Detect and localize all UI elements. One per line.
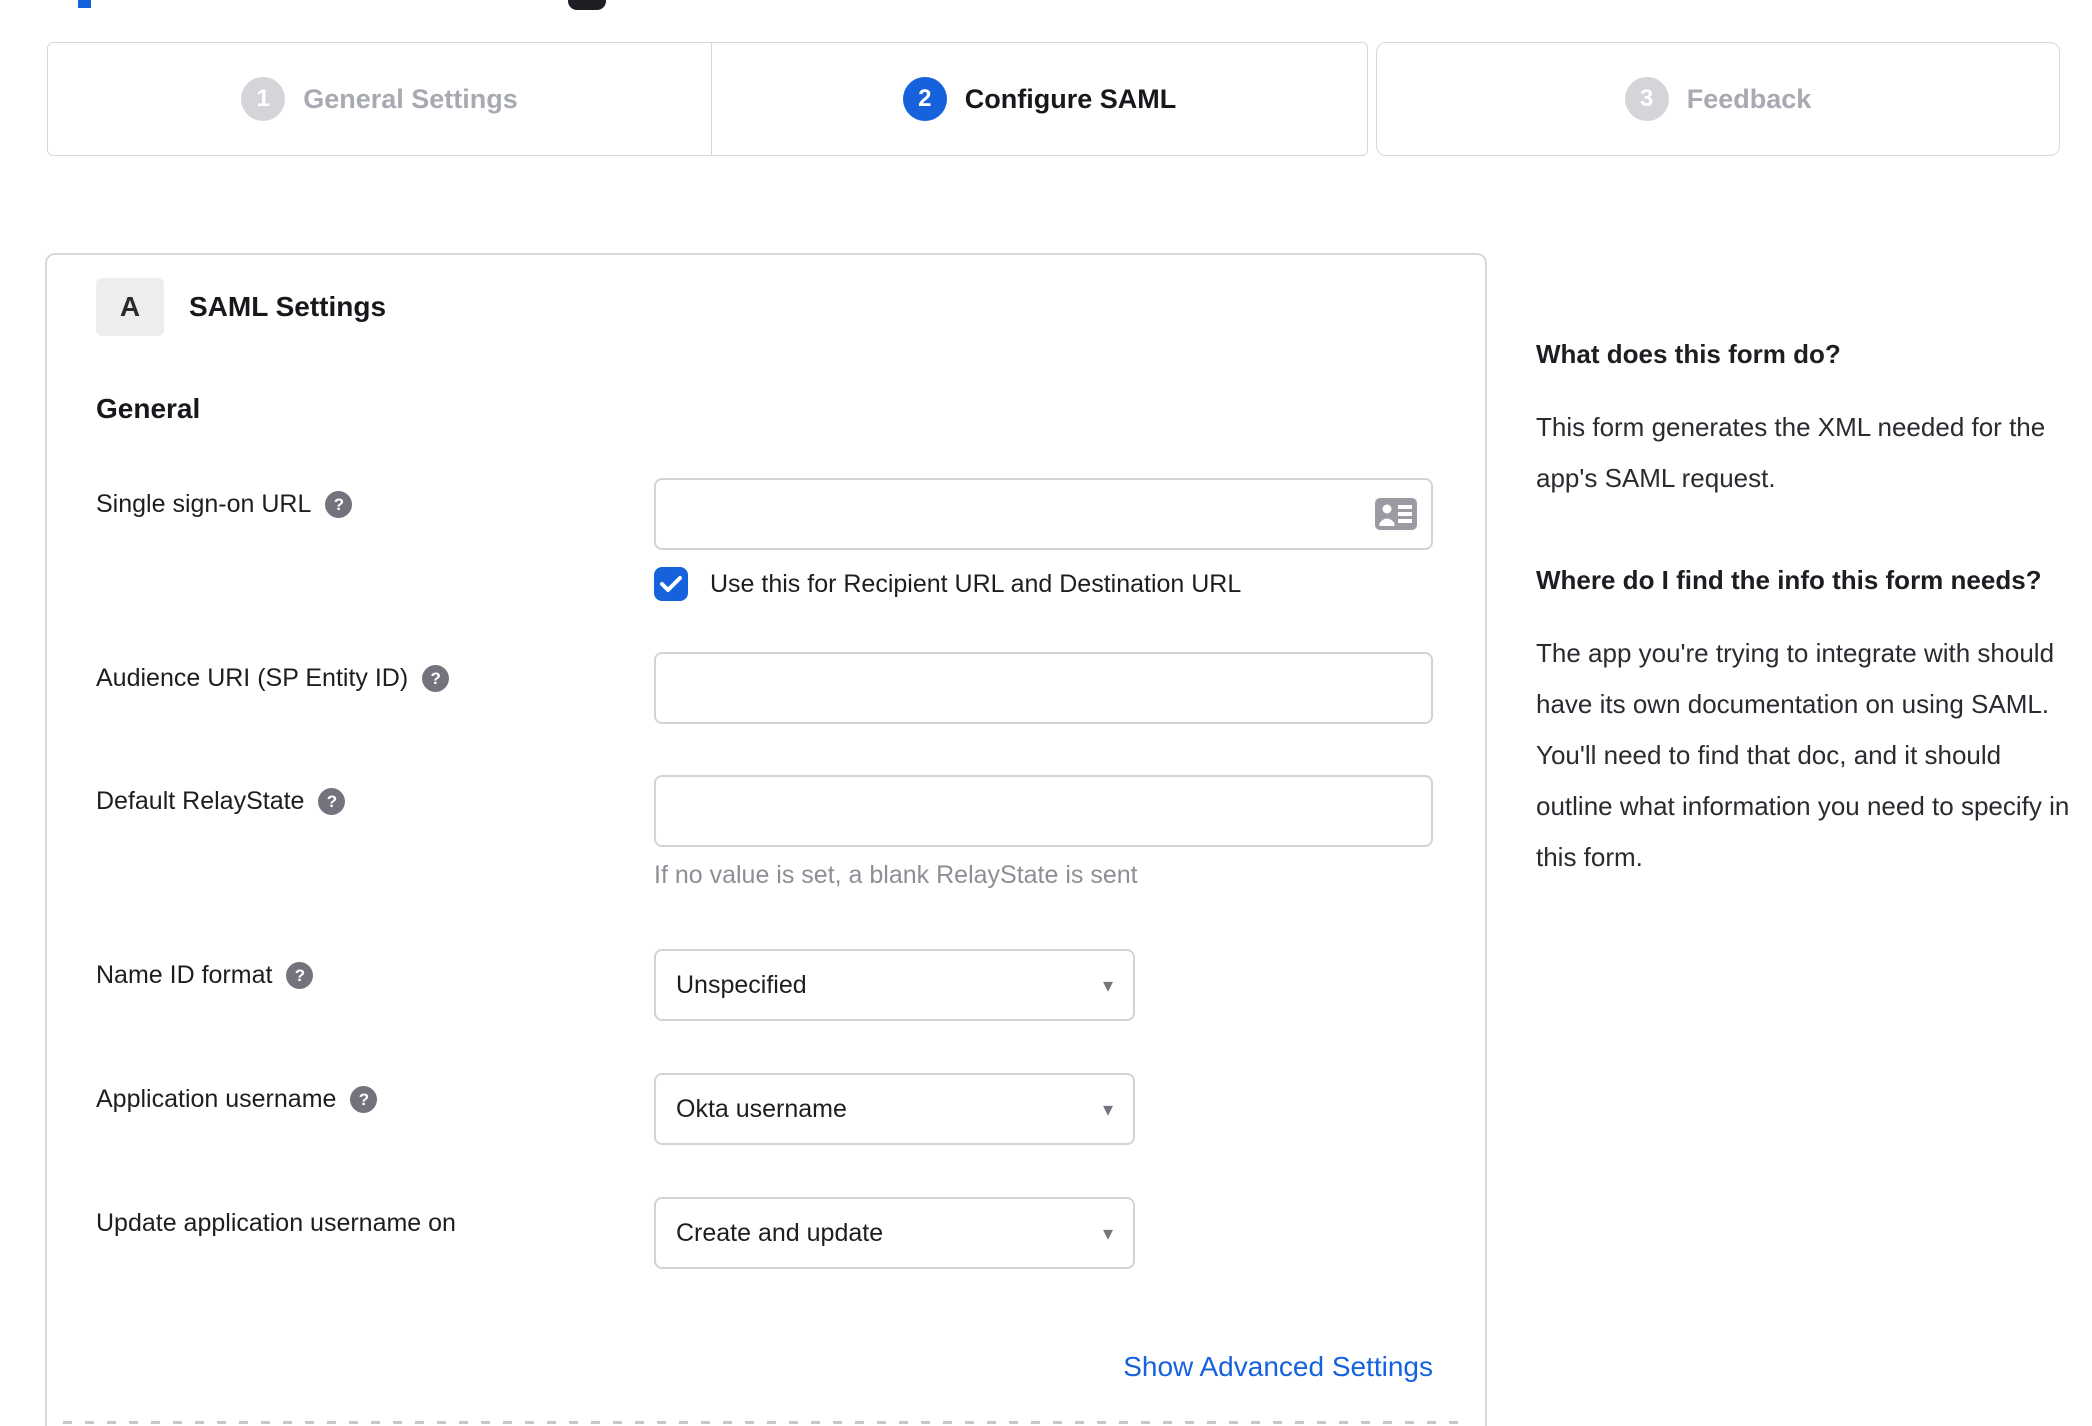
application-username-select[interactable]: Okta username ▾ bbox=[654, 1073, 1135, 1145]
step-3-number-badge: 3 bbox=[1624, 77, 1669, 121]
advanced-settings-row: Show Advanced Settings bbox=[96, 1351, 1433, 1383]
relaystate-helper-text: If no value is set, a blank RelayState i… bbox=[654, 861, 1138, 889]
audience-uri-label: Audience URI (SP Entity ID) bbox=[96, 664, 409, 692]
help-icon[interactable]: ? bbox=[325, 491, 353, 518]
sidebar-body-where: The app you're trying to integrate with … bbox=[1536, 638, 2070, 872]
cutoff-blue-fragment bbox=[78, 0, 91, 8]
sidebar-heading-what: What does this form do? bbox=[1536, 339, 1841, 369]
chevron-down-icon: ▾ bbox=[1102, 1098, 1113, 1121]
configure-saml-page: 1 General Settings 2 Configure SAML 3 Fe… bbox=[0, 0, 2092, 1426]
help-icon[interactable]: ? bbox=[286, 962, 314, 989]
single-sign-on-url-label: Single sign-on URL bbox=[96, 490, 312, 518]
section-title: SAML Settings bbox=[189, 291, 387, 322]
field-row-name-id-format: Name ID format ? Unspecified ▾ bbox=[96, 949, 1485, 1021]
sidebar-body-what: This form generates the XML needed for t… bbox=[1536, 412, 2046, 493]
update-username-on-select[interactable]: Create and update ▾ bbox=[654, 1197, 1135, 1269]
stepper-group: 1 General Settings 2 Configure SAML bbox=[47, 42, 1368, 156]
checkmark-icon bbox=[660, 576, 682, 592]
cutoff-dark-fragment bbox=[568, 0, 606, 10]
name-id-format-select[interactable]: Unspecified ▾ bbox=[654, 949, 1135, 1021]
step-1-number-badge: 1 bbox=[241, 77, 286, 121]
field-row-update-username-on: Update application username on Create an… bbox=[96, 1197, 1485, 1269]
application-username-label: Application username bbox=[96, 1085, 337, 1113]
group-title-general: General bbox=[96, 393, 201, 424]
field-row-audience-uri: Audience URI (SP Entity ID) ? bbox=[96, 652, 1485, 724]
help-icon[interactable]: ? bbox=[350, 1086, 378, 1113]
single-sign-on-url-input[interactable] bbox=[654, 478, 1433, 550]
update-username-on-value: Create and update bbox=[676, 1218, 884, 1247]
chevron-down-icon: ▾ bbox=[1102, 974, 1113, 997]
step-general-settings[interactable]: 1 General Settings bbox=[48, 43, 711, 155]
panel-header: A SAML Settings bbox=[96, 278, 1485, 336]
default-relaystate-label: Default RelayState bbox=[96, 787, 305, 815]
recipient-destination-checkbox[interactable] bbox=[654, 567, 688, 601]
audience-uri-input[interactable] bbox=[654, 652, 1433, 724]
help-icon[interactable]: ? bbox=[318, 788, 346, 815]
sidebar-heading-where: Where do I find the info this form needs… bbox=[1536, 565, 2042, 595]
application-username-value: Okta username bbox=[676, 1094, 847, 1123]
step-2-label: Configure SAML bbox=[964, 83, 1177, 114]
help-sidebar: What does this form do? This form genera… bbox=[1536, 330, 2076, 883]
default-relaystate-input[interactable] bbox=[654, 775, 1433, 847]
help-icon[interactable]: ? bbox=[422, 665, 450, 692]
step-3-label: Feedback bbox=[1686, 83, 1812, 114]
contact-card-icon bbox=[1375, 498, 1417, 530]
step-2-number-badge: 2 bbox=[902, 77, 947, 121]
section-a-badge: A bbox=[96, 278, 164, 336]
show-advanced-settings-link[interactable]: Show Advanced Settings bbox=[1123, 1351, 1433, 1382]
step-configure-saml[interactable]: 2 Configure SAML bbox=[711, 43, 1367, 155]
name-id-format-value: Unspecified bbox=[676, 970, 807, 999]
step-feedback-inner: 3 Feedback bbox=[1624, 43, 1812, 155]
step-1-label: General Settings bbox=[303, 83, 518, 114]
field-row-default-relaystate: Default RelayState ? If no value is set,… bbox=[96, 775, 1485, 890]
update-username-on-label: Update application username on bbox=[96, 1209, 456, 1237]
saml-settings-panel: A SAML Settings General Single sign-on U… bbox=[45, 253, 1487, 1426]
recipient-destination-checkbox-label[interactable]: Use this for Recipient URL and Destinati… bbox=[710, 570, 1241, 599]
field-row-application-username: Application username ? Okta username ▾ bbox=[96, 1073, 1485, 1145]
step-feedback[interactable]: 3 Feedback bbox=[1376, 42, 2060, 156]
field-row-single-sign-on-url: Single sign-on URL ? Use this for Recipi… bbox=[96, 478, 1485, 601]
chevron-down-icon: ▾ bbox=[1102, 1222, 1113, 1245]
section-dashed-divider bbox=[63, 1421, 1469, 1424]
name-id-format-label: Name ID format bbox=[96, 961, 273, 989]
wizard-stepper: 1 General Settings 2 Configure SAML 3 Fe… bbox=[47, 42, 2060, 156]
